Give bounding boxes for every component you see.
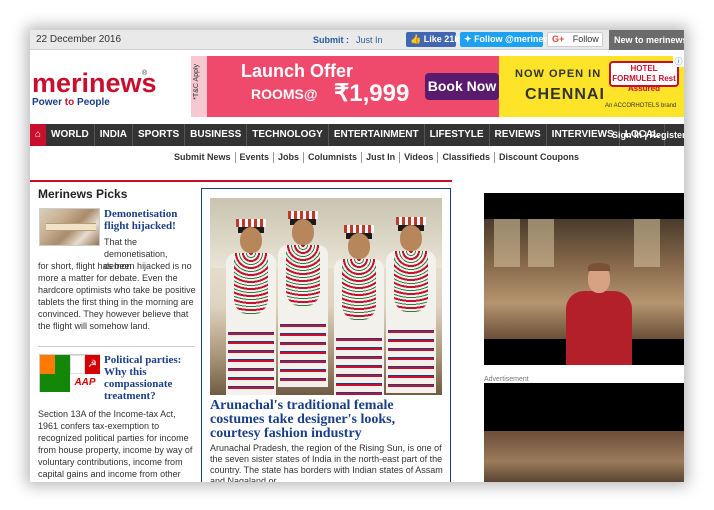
- tagline-to: to: [64, 97, 75, 108]
- pick-headline-demonetisation[interactable]: Demonetisation flight hijacked!: [104, 208, 196, 232]
- scene-window: [528, 219, 554, 267]
- pick-body-political-parties: Section 13A of the Income-tax Act, 1961 …: [38, 409, 193, 482]
- nav-item-lifestyle[interactable]: LIFESTYLE: [425, 124, 490, 146]
- party-flag-green-lower: [40, 374, 70, 392]
- ad-video-scene: [484, 431, 684, 482]
- picks-heading: Merinews Picks: [38, 187, 128, 201]
- google-follow-label: Follow: [572, 34, 599, 44]
- video-player[interactable]: [484, 193, 684, 365]
- registered-mark: ®: [142, 70, 148, 77]
- scene-window: [634, 219, 660, 267]
- ad-now-open: NOW OPEN IN: [515, 68, 602, 80]
- subnav-columnists[interactable]: Columnists: [304, 152, 363, 163]
- just-in-link[interactable]: Just In: [356, 35, 383, 45]
- subnav-classifieds[interactable]: Classifieds: [438, 152, 495, 163]
- party-flag-saffron: [40, 355, 55, 374]
- current-date: 22 December 2016: [36, 34, 122, 45]
- terms-text: *T&C Apply: [193, 64, 200, 100]
- presenter-hair: [588, 263, 610, 271]
- photo-figure: [332, 225, 386, 395]
- subnav-videos[interactable]: Videos: [400, 152, 439, 163]
- aap-logo: AAP: [70, 374, 100, 392]
- featured-headline[interactable]: Arunachal's traditional female costumes …: [210, 399, 446, 441]
- featured-summary: Arunachal Pradesh, the region of the Ris…: [210, 443, 443, 482]
- page-frame: 22 December 2016 Submit : Just In 👍 Like…: [30, 30, 684, 482]
- thumbs-up-icon: 👍: [410, 34, 422, 44]
- accor-brand-text: An ACCORHOTELS brand: [605, 103, 677, 109]
- submit-link[interactable]: Submit :: [313, 35, 349, 45]
- currency-band: [46, 223, 96, 231]
- secondary-navigation: Submit News Events Jobs Columnists Just …: [170, 152, 583, 163]
- hotel-ad-banner[interactable]: *T&C Apply Launch Offer ROOMS@ ₹1,999 Bo…: [191, 56, 684, 117]
- hotel-brand-logo: HOTEL FORMULE1 Rest Assured: [609, 61, 679, 93]
- party-flag-white: [70, 355, 85, 374]
- party-flag-green: [55, 355, 70, 374]
- presenter-body: [566, 291, 632, 365]
- scene-window: [494, 219, 520, 267]
- nav-item-entertainment[interactable]: ENTERTAINMENT: [329, 124, 425, 146]
- section-divider: [30, 180, 452, 182]
- subnav-submit-news[interactable]: Submit News: [170, 152, 236, 163]
- nav-item-sports[interactable]: SPORTS: [133, 124, 186, 146]
- tagline-people: People: [77, 97, 110, 108]
- photo-figure: [224, 219, 278, 395]
- pick-divider: [38, 346, 195, 347]
- top-utility-bar: 22 December 2016 Submit : Just In 👍 Like…: [30, 30, 684, 50]
- nav-item-reviews[interactable]: REVIEWS: [490, 124, 547, 146]
- main-navigation: ⌂ WORLD INDIA SPORTS BUSINESS TECHNOLOGY…: [30, 124, 684, 146]
- featured-story: Arunachal's traditional female costumes …: [201, 188, 451, 482]
- twitter-bird-icon: ✦: [464, 34, 472, 44]
- pick-body-demonetisation: for short, flight has been hijacked is n…: [38, 261, 196, 331]
- subnav-jobs[interactable]: Jobs: [274, 152, 305, 163]
- hammer-sickle-icon: ☭: [85, 355, 100, 374]
- google-plus-icon: G+: [552, 34, 565, 44]
- twitter-follow-label: Follow @merinews: [474, 34, 556, 44]
- site-logo[interactable]: merinews ® Power to People: [32, 68, 157, 109]
- advertisement-video[interactable]: [484, 383, 684, 482]
- subnav-events[interactable]: Events: [236, 152, 275, 163]
- subnav-discount-coupons[interactable]: Discount Coupons: [495, 152, 583, 163]
- nav-list: WORLD INDIA SPORTS BUSINESS TECHNOLOGY E…: [46, 124, 666, 146]
- ad-city: CHENNAI: [525, 86, 605, 103]
- nav-item-interviews[interactable]: INTERVIEWS: [547, 124, 620, 146]
- tagline-power: Power: [32, 97, 63, 108]
- sign-in-register-link[interactable]: Sign In | Register: [612, 130, 684, 140]
- ad-price: ₹1,999: [334, 80, 410, 107]
- home-icon[interactable]: ⌂: [30, 124, 46, 146]
- nav-item-world[interactable]: WORLD: [46, 124, 95, 146]
- twitter-follow-button[interactable]: ✦ Follow @merinews: [460, 32, 555, 47]
- video-scene: [484, 219, 684, 365]
- book-now-button[interactable]: Book Now: [425, 73, 499, 100]
- logo-tagline: Power to People: [32, 97, 157, 108]
- photo-figure: [384, 217, 438, 395]
- ad-rooms-label: ROOMS@: [251, 86, 318, 102]
- google-plus-follow-button[interactable]: G+ Follow: [547, 32, 603, 47]
- featured-photo[interactable]: [210, 198, 442, 395]
- subnav-just-in[interactable]: Just In: [362, 152, 401, 163]
- pick-thumbnail-currency[interactable]: [39, 208, 100, 246]
- pick-thumbnail-parties[interactable]: ☭ AAP: [39, 354, 100, 392]
- facebook-like-button[interactable]: 👍 Like 21k: [406, 32, 459, 47]
- nav-item-india[interactable]: INDIA: [95, 124, 134, 146]
- ad-info-icon[interactable]: ⓘ: [673, 56, 684, 67]
- terms-strip: *T&C Apply: [191, 56, 207, 117]
- advertisement-label: Advertisement: [484, 376, 529, 383]
- facebook-like-label: Like 21k: [423, 34, 460, 44]
- new-to-merinews-link[interactable]: New to merinews?: [609, 30, 684, 50]
- pick-headline-political-parties[interactable]: Political parties: Why this compassionat…: [104, 354, 196, 402]
- photo-figure: [276, 211, 330, 395]
- nav-item-business[interactable]: BUSINESS: [185, 124, 248, 146]
- nav-item-technology[interactable]: TECHNOLOGY: [247, 124, 329, 146]
- logo-wordmark: merinews: [32, 68, 157, 98]
